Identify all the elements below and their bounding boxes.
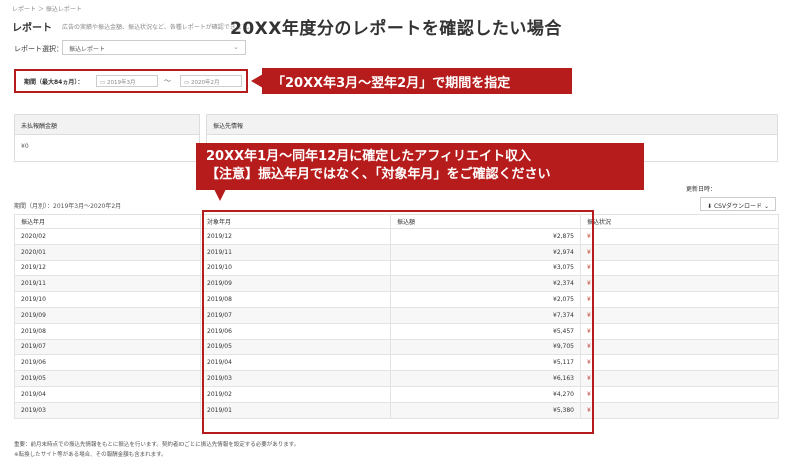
unpaid-header: 未払報酬金額 xyxy=(15,115,199,135)
table-cell: ¥6,163 xyxy=(390,370,581,387)
column-header: 振込額 xyxy=(390,214,581,229)
table-row: 2019/12 2019/10 ¥3,075 ¥ xyxy=(14,259,779,277)
csv-download-label: CSVダウンロード xyxy=(713,203,763,210)
table-cell: 2019/07 xyxy=(14,338,201,356)
calendar-icon: ▭ xyxy=(184,80,190,86)
table-cell: 2019/08 xyxy=(200,291,391,308)
download-icon: ⬇ xyxy=(707,203,713,210)
table-row: 2019/11 2019/09 ¥2,374 ¥ xyxy=(14,275,779,293)
table-cell: ¥ xyxy=(580,401,779,419)
period-separator: 〜 xyxy=(164,77,171,85)
chevron-down-icon: ⌄ xyxy=(763,203,770,210)
callout-note-line2: 【注意】振込年月ではなく、「対象年月」をご確認ください xyxy=(206,167,551,182)
table-cell: ¥2,875 xyxy=(390,228,581,245)
page-description: 広告の実績や振込金額、振込状況など、各種レポートが確認できます。 xyxy=(62,24,254,31)
table-cell: 2019/02 xyxy=(200,385,391,403)
table-cell: 2020/01 xyxy=(14,243,201,261)
table-cell: 2019/05 xyxy=(14,370,201,387)
table-cell: ¥ xyxy=(580,306,779,324)
table-row: 2019/03 2019/01 ¥5,380 ¥ xyxy=(14,401,779,419)
table-cell: ¥ xyxy=(580,291,779,308)
table-cell: ¥ xyxy=(580,338,779,356)
table-cell: ¥ xyxy=(580,243,779,261)
table-cell: ¥ xyxy=(580,259,779,277)
table-row: 2020/02 2019/12 ¥2,875 ¥ xyxy=(14,228,779,245)
page-title: レポート xyxy=(12,23,52,34)
period-from-value: 2019年3月 xyxy=(106,80,136,86)
chevron-down-icon: ⌄ xyxy=(233,43,239,51)
table-cell: ¥ xyxy=(580,322,779,340)
table-cell: ¥9,705 xyxy=(390,338,581,356)
breadcrumb[interactable]: レポート ＞ 振込レポート xyxy=(12,4,82,13)
table-cell: ¥2,974 xyxy=(390,243,581,261)
table-cell: 2019/07 xyxy=(200,306,391,324)
table-cell: 2019/03 xyxy=(14,401,201,419)
table-cell: 2019/04 xyxy=(200,354,391,372)
update-label: 更新日時： xyxy=(686,186,717,193)
unpaid-value: ¥0 xyxy=(21,143,29,150)
table-row: 2019/07 2019/05 ¥9,705 ¥ xyxy=(14,338,779,356)
table-cell: 2019/03 xyxy=(200,370,391,387)
table-cell: ¥ xyxy=(580,370,779,387)
table-cell: ¥ xyxy=(580,275,779,293)
table-cell: 2019/06 xyxy=(200,322,391,340)
column-header: 振込状況 xyxy=(580,214,779,229)
callout-note-line1: 20XX年1月〜同年12月に確定したアフィリエイト収入 xyxy=(206,149,532,164)
table-cell: ¥ xyxy=(580,385,779,403)
report-select-label: レポート選択： xyxy=(14,45,63,53)
callout-arrow-down xyxy=(214,189,226,201)
table-cell: 2019/12 xyxy=(200,228,391,245)
table-cell: ¥3,075 xyxy=(390,259,581,277)
csv-download-button[interactable]: ⬇ CSVダウンロード ⌄ xyxy=(700,197,776,211)
period-box: 期間（最大84ヵ月）： ▭ 2019年3月 〜 ▭ 2020年2月 xyxy=(14,69,248,93)
table-cell: 2019/10 xyxy=(200,259,391,277)
table-cell: 2019/11 xyxy=(14,275,201,293)
table-cell: ¥7,374 xyxy=(390,306,581,324)
table-cell: 2019/08 xyxy=(14,322,201,340)
footnote-important: 重要：前月末時点での振込先情報をもとに振込を行います。契約者IDごとに振込先情報… xyxy=(14,442,300,448)
period-to-value: 2020年2月 xyxy=(190,80,220,86)
calendar-icon: ▭ xyxy=(100,80,106,86)
table-cell: ¥4,270 xyxy=(390,385,581,403)
table-row: 2019/09 2019/07 ¥7,374 ¥ xyxy=(14,306,779,324)
table-cell: 2019/09 xyxy=(14,306,201,324)
table-cell: ¥5,117 xyxy=(390,354,581,372)
period-from-input[interactable]: ▭ 2019年3月 xyxy=(96,75,158,87)
period-to-input[interactable]: ▭ 2020年2月 xyxy=(180,75,242,87)
table-cell: ¥ xyxy=(580,354,779,372)
table-cell: 2019/09 xyxy=(200,275,391,293)
table-cell: 2019/04 xyxy=(14,385,201,403)
report-select[interactable]: 振込レポート ⌄ xyxy=(62,40,246,55)
table-row: 2019/10 2019/08 ¥2,075 ¥ xyxy=(14,291,779,308)
table-cell: 2019/11 xyxy=(200,243,391,261)
footnote-note: ※転換したサイト等がある場合、その報酬金額も含まれます。 xyxy=(14,452,167,458)
unpaid-panel: 未払報酬金額 ¥0 xyxy=(14,114,200,162)
table-caption: 期間（月別）：2019年3月〜2020年2月 xyxy=(14,203,122,210)
table-cell: 2019/10 xyxy=(14,291,201,308)
headline: 20XX年度分のレポートを確認したい場合 xyxy=(230,19,562,39)
table-cell: 2019/05 xyxy=(200,338,391,356)
table-row: 2019/04 2019/02 ¥4,270 ¥ xyxy=(14,385,779,403)
table-cell: ¥5,457 xyxy=(390,322,581,340)
column-header: 振込年月 xyxy=(14,214,201,229)
table-cell: ¥2,075 xyxy=(390,291,581,308)
table-cell: ¥5,380 xyxy=(390,401,581,419)
table-cell: ¥2,374 xyxy=(390,275,581,293)
table-row: 2019/05 2019/03 ¥6,163 ¥ xyxy=(14,370,779,387)
column-header: 対象年月 xyxy=(200,214,391,229)
report-select-value: 振込レポート xyxy=(69,46,106,53)
report-table: 振込年月 対象年月 振込額 振込状況 2020/02 2019/12 ¥2,875 ¥… xyxy=(14,214,779,419)
table-row: 2019/06 2019/04 ¥5,117 ¥ xyxy=(14,354,779,372)
callout-period: 「20XX年3月〜翌年2月」で期間を指定 xyxy=(262,68,572,94)
table-cell: 2019/01 xyxy=(200,401,391,419)
table-cell: 2020/02 xyxy=(14,228,201,245)
table-row: 2019/08 2019/06 ¥5,457 ¥ xyxy=(14,322,779,340)
table-cell: ¥ xyxy=(580,228,779,245)
period-label: 期間（最大84ヵ月）： xyxy=(24,79,84,86)
table-row: 2020/01 2019/11 ¥2,974 ¥ xyxy=(14,243,779,261)
callout-note: 20XX年1月〜同年12月に確定したアフィリエイト収入 【注意】振込年月ではなく… xyxy=(196,143,644,190)
bank-header: 振込先情報 xyxy=(207,115,777,135)
table-cell: 2019/12 xyxy=(14,259,201,277)
table-cell: 2019/06 xyxy=(14,354,201,372)
